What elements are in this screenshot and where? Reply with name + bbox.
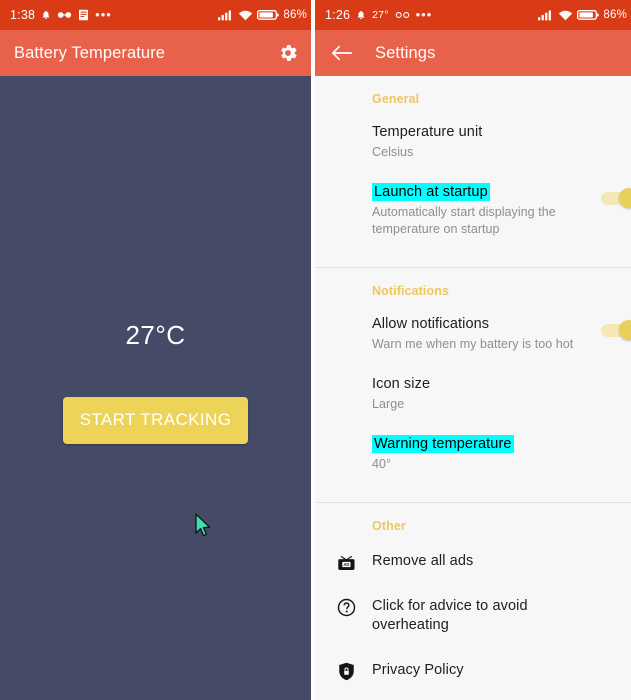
row-title: Allow notifications [372, 316, 490, 332]
row-title: Temperature unit [372, 124, 483, 140]
settings-section-general: General Temperature unit Celsius Launch … [315, 76, 631, 267]
row-title: Click for advice to avoid overheating [372, 598, 528, 633]
row-title: Remove all ads [372, 553, 474, 569]
row-subtitle: Automatically start displaying the tempe… [372, 205, 556, 236]
toggle-thumb [619, 188, 631, 208]
setting-row-remove-all-ads[interactable]: AD Remove all ads [315, 539, 631, 584]
setting-row-launch-at-startup[interactable]: Launch at startup Automatically start di… [315, 172, 631, 249]
setting-row-warning-temperature[interactable]: Warning temperature 40° [315, 424, 631, 484]
signal-icon [218, 9, 234, 21]
wifi-icon [238, 9, 253, 21]
document-icon [78, 9, 89, 21]
left-status-bar: 1:38 ••• 86% [0, 0, 311, 30]
row-subtitle: Large [372, 397, 405, 411]
launch-at-startup-toggle[interactable] [601, 188, 631, 208]
glasses-icon [57, 10, 72, 20]
row-subtitle: 40° [372, 457, 392, 471]
allow-notifications-toggle[interactable] [601, 320, 631, 340]
mouse-cursor [194, 513, 212, 537]
left-content-area: 27°C START TRACKING [0, 76, 311, 700]
wifi-icon [558, 9, 573, 21]
row-subtitle: Celsius [372, 145, 414, 159]
bell-icon [41, 9, 51, 21]
setting-row-allow-notifications[interactable]: Allow notifications Warn me when my batt… [315, 304, 631, 364]
battery-icon [257, 9, 280, 21]
svg-text:AD: AD [343, 561, 349, 566]
section-header: General [372, 92, 420, 106]
row-title: Launch at startup [372, 183, 490, 201]
settings-section-other: Other AD Remove all ads Click for advice… [315, 502, 631, 693]
gear-icon[interactable] [277, 42, 299, 64]
battery-icon [577, 9, 600, 21]
row-title: Icon size [372, 376, 431, 392]
arrow-left-icon[interactable] [331, 44, 353, 62]
battery-percent: 86% [603, 9, 627, 21]
right-phone-panel: 1:26 27° ••• 86% Settings General Temper… [315, 0, 631, 700]
glasses-icon [395, 10, 410, 20]
right-status-bar: 1:26 27° ••• 86% [315, 0, 631, 30]
settings-list[interactable]: General Temperature unit Celsius Launch … [315, 76, 631, 700]
status-temperature: 27° [372, 9, 389, 21]
tv-ad-icon: AD [335, 551, 357, 573]
toggle-thumb [619, 320, 631, 340]
start-tracking-button[interactable]: START TRACKING [62, 397, 249, 444]
section-header: Other [372, 519, 406, 533]
setting-row-temperature-unit[interactable]: Temperature unit Celsius [315, 112, 631, 172]
left-app-bar: Battery Temperature [0, 30, 311, 76]
setting-row-privacy-policy[interactable]: Privacy Policy [315, 648, 631, 693]
setting-row-icon-size[interactable]: Icon size Large [315, 364, 631, 424]
left-phone-panel: 1:38 ••• 86% Battery Temperature 27°C ST… [0, 0, 311, 700]
row-title: Warning temperature [372, 435, 514, 453]
section-header: Notifications [372, 284, 449, 298]
row-subtitle: Warn me when my battery is too hot [372, 337, 574, 351]
shield-lock-icon [335, 660, 357, 682]
status-clock: 1:38 [10, 8, 36, 22]
row-title: Privacy Policy [372, 662, 464, 678]
overflow-dots-icon: ••• [415, 7, 433, 22]
signal-icon [538, 9, 554, 21]
screenshot-root: 1:38 ••• 86% Battery Temperature 27°C ST… [0, 0, 631, 700]
status-clock: 1:26 [325, 8, 351, 22]
settings-title: Settings [375, 43, 436, 62]
temperature-readout: 27°C [125, 320, 186, 350]
help-circle-icon [335, 596, 357, 618]
page-title: Battery Temperature [14, 43, 166, 62]
overflow-dots-icon: ••• [95, 7, 112, 22]
bell-icon [356, 9, 366, 21]
settings-section-notifications: Notifications Allow notifications Warn m… [315, 267, 631, 502]
setting-row-overheating-advice[interactable]: Click for advice to avoid overheating [315, 584, 631, 648]
battery-percent: 86% [283, 9, 307, 21]
right-app-bar: Settings [315, 30, 631, 76]
